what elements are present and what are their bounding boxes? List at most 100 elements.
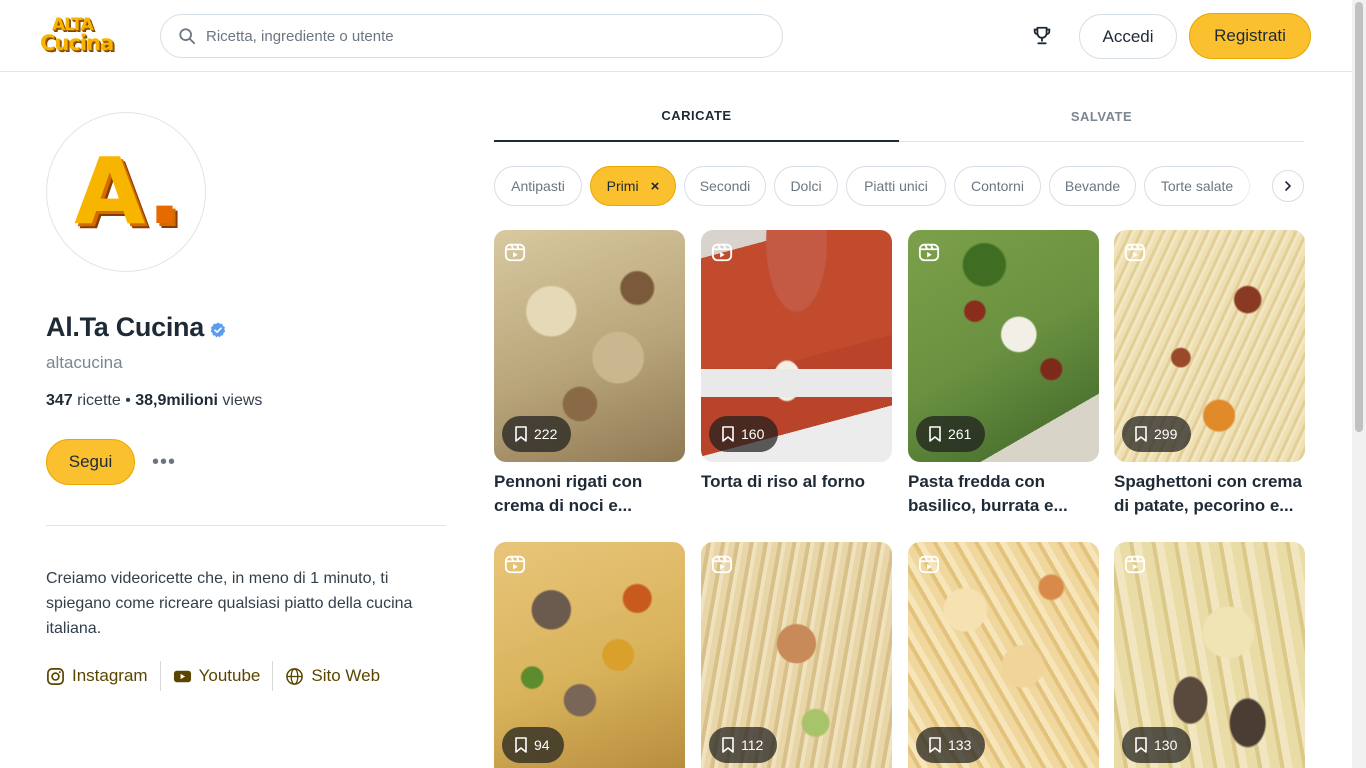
video-reel-icon — [1124, 555, 1146, 574]
top-header: ALTA Cucina Accedi Registrati — [0, 0, 1352, 72]
recipe-card[interactable]: 94 — [494, 542, 685, 768]
save-count-badge[interactable]: 299 — [1122, 416, 1192, 452]
social-links: Instagram Youtube Sito Web — [46, 661, 380, 691]
tab-salvate[interactable]: SALVATE — [899, 90, 1304, 142]
video-reel-icon — [711, 555, 733, 574]
login-button[interactable]: Accedi — [1079, 14, 1177, 59]
search-bar[interactable] — [160, 14, 783, 58]
youtube-icon — [173, 670, 191, 682]
page-scrollbar[interactable] — [1352, 0, 1366, 768]
avatar-letter: A — [74, 138, 147, 245]
profile-handle: altacucina — [46, 353, 123, 372]
profile-tabs: CARICATE SALVATE — [494, 90, 1304, 142]
save-count: 94 — [534, 737, 550, 753]
link-separator — [272, 661, 274, 691]
chip-bevande[interactable]: Bevande — [1049, 166, 1136, 206]
chip-contorni[interactable]: Contorni — [954, 166, 1041, 206]
save-count-badge[interactable]: 133 — [916, 727, 986, 763]
scrollbar-thumb[interactable] — [1355, 2, 1363, 432]
recipes-count: 347 — [46, 392, 73, 409]
chip-antipasti[interactable]: Antipasti — [494, 166, 582, 206]
profile-name-row: Al.Ta Cucina — [46, 312, 226, 343]
chip-secondi[interactable]: Secondi — [684, 166, 766, 206]
chip-dolci[interactable]: Dolci — [774, 166, 838, 206]
recipe-card[interactable]: 112 — [701, 542, 892, 768]
verified-badge-icon — [210, 322, 226, 337]
save-count-badge[interactable]: 94 — [502, 727, 564, 763]
link-separator — [159, 661, 161, 691]
profile-stats: 347 ricette • 38,9milioni views — [46, 392, 262, 410]
bookmark-icon — [515, 426, 527, 442]
recipe-card[interactable]: 261 Pasta fredda con basilico, burrata e… — [908, 230, 1099, 518]
trophy-icon[interactable] — [1031, 25, 1053, 47]
register-button[interactable]: Registrati — [1189, 13, 1311, 59]
chip-primi[interactable]: Primi × — [590, 166, 676, 206]
bookmark-icon — [929, 426, 941, 442]
recipe-thumbnail[interactable]: 160 — [701, 230, 892, 462]
recipe-thumbnail[interactable]: 261 — [908, 230, 1099, 462]
save-count-badge[interactable]: 261 — [916, 416, 986, 452]
save-count: 133 — [948, 737, 972, 753]
chip-primi-label: Primi — [606, 178, 639, 194]
recipe-thumbnail[interactable]: 133 — [908, 542, 1099, 768]
save-count-badge[interactable]: 130 — [1122, 727, 1192, 763]
recipe-title[interactable]: Pasta fredda con basilico, burrata e... — [908, 470, 1099, 518]
website-label: Sito Web — [311, 666, 381, 685]
save-count-badge[interactable]: 160 — [709, 416, 779, 452]
recipe-thumbnail[interactable]: 94 — [494, 542, 685, 768]
search-input[interactable] — [206, 27, 746, 45]
bookmark-icon — [722, 426, 734, 442]
instagram-link[interactable]: Instagram — [46, 666, 148, 686]
bookmark-icon — [1135, 426, 1147, 442]
recipe-title[interactable]: Spaghettoni con crema di patate, pecorin… — [1114, 470, 1305, 518]
recipe-thumbnail[interactable]: 130 — [1114, 542, 1305, 768]
recipe-card[interactable]: 160 Torta di riso al forno — [701, 230, 892, 494]
save-count: 261 — [948, 426, 972, 442]
chips-next-button[interactable] — [1272, 170, 1304, 202]
instagram-label: Instagram — [72, 666, 148, 685]
save-count: 160 — [741, 426, 765, 442]
globe-icon — [286, 667, 304, 685]
views-label: views — [222, 392, 263, 409]
chips-fade-overlay — [1234, 166, 1264, 206]
tab-caricate[interactable]: CARICATE — [494, 90, 899, 142]
recipe-title[interactable]: Pennoni rigati con crema di noci e... — [494, 470, 685, 518]
profile-name: Al.Ta Cucina — [46, 312, 204, 342]
category-filter-chips: Antipasti Primi × Secondi Dolci Piatti u… — [494, 166, 1304, 206]
site-logo[interactable]: ALTA Cucina — [38, 15, 130, 56]
chip-piatti-unici[interactable]: Piatti unici — [846, 166, 946, 206]
recipe-thumbnail[interactable]: 112 — [701, 542, 892, 768]
avatar-logo-mark: A. — [74, 146, 182, 238]
bookmark-icon — [515, 737, 527, 753]
recipe-card[interactable]: 299 Spaghettoni con crema di patate, pec… — [1114, 230, 1305, 518]
video-reel-icon — [1124, 243, 1146, 262]
profile-bio: Creiamo videoricette che, in meno di 1 m… — [46, 570, 413, 637]
recipe-thumbnail[interactable]: 299 — [1114, 230, 1305, 462]
save-count: 130 — [1154, 737, 1178, 753]
bookmark-icon — [722, 737, 734, 753]
more-options-icon[interactable]: ••• — [150, 448, 178, 476]
recipe-title[interactable]: Torta di riso al forno — [701, 470, 892, 494]
video-reel-icon — [711, 243, 733, 262]
recipe-thumbnail[interactable]: 222 — [494, 230, 685, 462]
bookmark-icon — [929, 737, 941, 753]
recipe-card[interactable]: 130 — [1114, 542, 1305, 768]
video-reel-icon — [504, 555, 526, 574]
website-link[interactable]: Sito Web — [285, 666, 380, 686]
bookmark-icon — [1135, 737, 1147, 753]
views-count: 38,9milioni — [135, 392, 218, 409]
profile-avatar: A. — [46, 112, 206, 272]
save-count: 222 — [534, 426, 558, 442]
close-icon[interactable]: × — [651, 178, 660, 195]
follow-button[interactable]: Segui — [46, 439, 135, 485]
save-count-badge[interactable]: 222 — [502, 416, 572, 452]
recipe-card[interactable]: 222 Pennoni rigati con crema di noci e..… — [494, 230, 685, 518]
stats-separator: • — [125, 392, 131, 409]
recipes-label: ricette — [77, 392, 121, 409]
avatar-dot: . — [146, 138, 182, 245]
video-reel-icon — [918, 555, 940, 574]
recipe-card[interactable]: 133 — [908, 542, 1099, 768]
youtube-link[interactable]: Youtube — [173, 666, 261, 686]
youtube-label: Youtube — [198, 666, 261, 685]
save-count-badge[interactable]: 112 — [709, 727, 778, 763]
